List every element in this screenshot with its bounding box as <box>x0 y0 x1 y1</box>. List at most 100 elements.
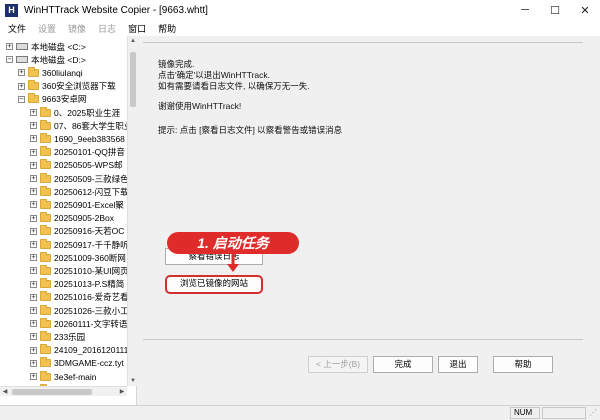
folder-icon <box>40 278 51 289</box>
browse-mirrored-site-button[interactable]: 浏览已镜像的网站 <box>165 275 263 294</box>
resize-grip-icon[interactable]: ⋰ <box>589 408 599 418</box>
expand-icon[interactable]: + <box>30 293 37 301</box>
tree-item[interactable]: +07、86套大学生职业 <box>30 119 132 132</box>
expand-icon[interactable]: + <box>30 161 37 169</box>
menu-mirror: 镜像 <box>68 23 87 34</box>
tree-item[interactable]: − 本地磁盘 <D:> <box>6 53 86 66</box>
expand-icon[interactable]: + <box>30 122 37 130</box>
tree-item[interactable]: +20250505-WPS邮 <box>30 159 123 172</box>
help-button[interactable]: 帮助 <box>493 356 553 373</box>
tree-item[interactable]: +20250905-2Box <box>30 212 114 225</box>
tree-item[interactable]: +20251010-某UI网页 <box>30 264 129 277</box>
tree-item[interactable]: +20250612-闪豆下载 <box>30 185 129 198</box>
scroll-thumb[interactable] <box>130 52 136 107</box>
tree-item-label: 3DMGAME-ccz.tyt <box>54 358 124 369</box>
tree-item[interactable]: +20251009-360断网 <box>30 251 126 264</box>
tree-item[interactable]: +20250509-三款绿色 <box>30 172 129 185</box>
exit-button[interactable]: 退出 <box>438 356 478 373</box>
tree-item-label: 20250901-Excel聚 <box>54 199 124 210</box>
folder-icon <box>28 93 39 104</box>
tree-item-label: 3e3ef-main <box>54 371 97 382</box>
expand-icon[interactable]: + <box>6 43 13 50</box>
expand-icon[interactable]: + <box>30 201 37 209</box>
tree-item-label: 20251010-某UI网页 <box>54 265 129 276</box>
expand-icon[interactable]: + <box>30 346 37 354</box>
expand-icon[interactable]: + <box>30 333 37 341</box>
expand-icon[interactable]: + <box>30 307 37 314</box>
divider <box>143 339 583 340</box>
scroll-thumb-horizontal[interactable] <box>12 389 92 395</box>
back-button: < 上一步(B) <box>308 356 368 373</box>
expand-icon[interactable]: + <box>30 188 37 196</box>
expand-icon[interactable]: + <box>30 373 37 380</box>
close-button[interactable]: ✕ <box>570 0 600 20</box>
expand-icon[interactable]: + <box>30 109 37 116</box>
tree-item-label: 20250917-千千静听 <box>54 239 129 250</box>
tree-item-label: 20251013-P.S精简 <box>54 279 125 290</box>
expand-icon[interactable]: + <box>30 359 37 367</box>
tree-item[interactable]: − 9663安卓网 <box>18 93 86 106</box>
tree-item[interactable]: +20251016-爱奇艺看 <box>30 291 129 304</box>
app-logo-icon: H <box>5 3 18 17</box>
tree-item[interactable]: +20250901-Excel聚 <box>30 198 124 211</box>
expand-icon[interactable]: + <box>30 267 37 275</box>
folder-icon <box>40 198 51 209</box>
tree-item[interactable]: +24109_2016120111 <box>30 344 128 357</box>
tree-item[interactable]: +20250916-天若OC <box>30 225 124 238</box>
tree-item-label: 20250612-闪豆下载 <box>54 186 129 197</box>
tree-vertical-scrollbar[interactable]: ▲ ▼ <box>127 36 137 386</box>
minimize-button[interactable]: ─ <box>510 0 540 20</box>
collapse-icon[interactable]: − <box>6 56 13 64</box>
collapse-icon[interactable]: − <box>18 95 25 103</box>
tree-item-label: 本地磁盘 <D:> <box>31 54 86 65</box>
expand-icon[interactable]: + <box>30 320 37 328</box>
menu-window[interactable]: 窗口 <box>128 22 146 35</box>
folder-icon <box>28 66 39 77</box>
tree-item[interactable]: +20251013-P.S精简 <box>30 278 124 291</box>
menu-log: 日志 <box>98 23 117 34</box>
expand-icon[interactable]: + <box>18 82 25 90</box>
tree-item[interactable]: +1690_9eeb383568 <box>30 132 125 145</box>
window-title: WinHTTrack Website Copier - [9663.whtt] <box>24 4 208 16</box>
tree-item[interactable]: +360安全浏览器下载 <box>18 80 116 93</box>
tree-item-label: 20251016-爱奇艺看 <box>54 292 129 303</box>
expand-icon[interactable]: + <box>30 175 37 182</box>
expand-icon[interactable]: + <box>18 69 25 77</box>
expand-icon[interactable]: + <box>30 227 37 235</box>
tree-item-label: 0、2025职业生涯 <box>54 107 121 118</box>
tree-item[interactable]: +20260111-文字转语 <box>30 317 127 330</box>
tree-item[interactable]: + 本地磁盘 <C:> <box>6 40 86 53</box>
maximize-button[interactable]: ☐ <box>540 0 570 20</box>
folder-icon <box>40 251 51 262</box>
tree-item[interactable]: +360liulanqi <box>18 66 83 79</box>
tree-item-label: 20251009-360断网 <box>54 252 126 263</box>
expand-icon[interactable]: + <box>30 135 37 143</box>
expand-icon[interactable]: + <box>30 280 37 288</box>
tree-item[interactable]: +233乐园 <box>30 330 85 343</box>
menu-help[interactable]: 帮助 <box>158 22 176 35</box>
expand-icon[interactable]: + <box>30 241 37 248</box>
tree-item[interactable]: +20251026-三款小工 <box>30 304 129 317</box>
tree-horizontal-scrollbar[interactable]: ◀ ▶ <box>0 386 127 396</box>
expand-icon[interactable]: + <box>30 148 37 156</box>
folder-tree[interactable]: + 本地磁盘 <C:> − 本地磁盘 <D:> +360liulanqi +360安全浏览… <box>0 36 137 405</box>
scroll-right-icon[interactable]: ▶ <box>117 387 127 397</box>
tree-item[interactable]: +20250917-千千静听 <box>30 238 129 251</box>
tree-item[interactable]: +20250101-QQ拼音 <box>30 146 125 159</box>
tree-item-label: 20250101-QQ拼音 <box>54 147 125 158</box>
menu-file[interactable]: 文件 <box>8 22 26 35</box>
main-panel: 镜像完成. 点击'确定'以退出WinHTTrack. 如有需要请看日志文件, 以… <box>143 36 600 405</box>
tree-item[interactable]: +3DMGAME-ccz.tyt <box>30 357 124 370</box>
tree-item-label: 360安全浏览器下载 <box>42 81 116 92</box>
folder-icon <box>40 317 51 328</box>
tree-item[interactable]: +0、2025职业生涯 <box>30 106 120 119</box>
expand-icon[interactable]: + <box>30 214 37 222</box>
scroll-left-icon[interactable]: ◀ <box>0 387 10 397</box>
finish-button[interactable]: 完成 <box>373 356 433 373</box>
tree-item-label: 20250505-WPS邮 <box>54 160 123 171</box>
tree-item[interactable]: +3e3ef-main <box>30 370 97 383</box>
menu-bar: 文件 设置 镜像 日志 窗口 帮助 <box>0 20 600 36</box>
folder-icon <box>40 212 51 223</box>
expand-icon[interactable]: + <box>30 254 37 262</box>
folder-icon <box>40 185 51 196</box>
